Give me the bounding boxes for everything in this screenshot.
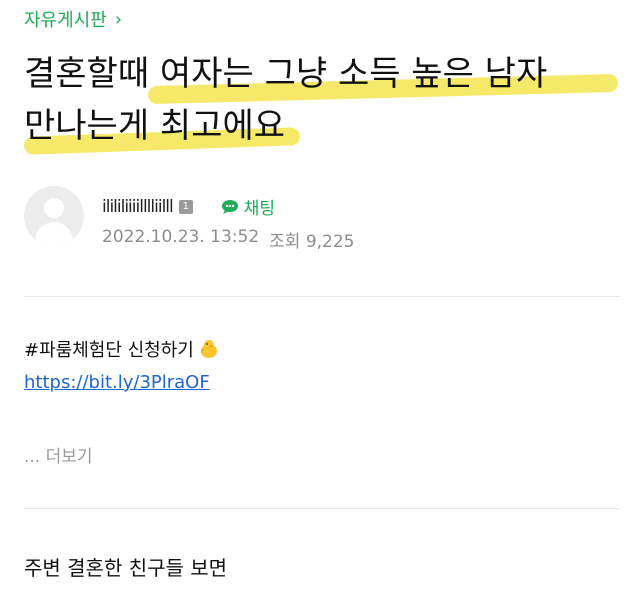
more-button[interactable]: ... 더보기 xyxy=(24,442,93,467)
post-body-text: 주변 결혼한 친구들 보면 xyxy=(24,556,228,580)
external-link[interactable]: https://bit.ly/3PlraOF xyxy=(24,372,210,393)
author-nickname[interactable]: ilililiiiilllliilll xyxy=(102,197,174,217)
author-row: ilililiiiilllliilll 1 채팅 2022.10.23. 13:… xyxy=(24,186,355,252)
chevron-right-icon: › xyxy=(114,8,123,30)
hashtag-line: #파룸체험단 신청하기 xyxy=(24,336,220,362)
chick-icon xyxy=(200,340,217,358)
post-date: 2022.10.23. 13:52 xyxy=(102,227,260,247)
post-title-line-2: 만나는게 최고에요 xyxy=(24,106,286,146)
hashtag-text[interactable]: #파룸체험단 신청하기 xyxy=(24,336,194,362)
divider xyxy=(24,508,620,509)
author-name-line: ilililiiiilllliilll 1 채팅 xyxy=(102,194,355,220)
post-meta: 2022.10.23. 13:52 조회 9,225 xyxy=(102,227,355,252)
post-title: 결혼할때 여자는 그냥 소득 높은 남자 만나는게 최고에요 xyxy=(24,48,624,152)
board-name: 자유게시판 xyxy=(24,10,107,31)
default-avatar-icon[interactable] xyxy=(24,186,84,246)
chat-label: 채팅 xyxy=(243,199,276,219)
level-badge: 1 xyxy=(178,199,193,214)
author-info: ilililiiiilllliilll 1 채팅 2022.10.23. 13:… xyxy=(102,194,355,253)
view-count: 조회 9,225 xyxy=(269,232,355,252)
post-title-line-1: 결혼할때 여자는 그냥 소득 높은 남자 xyxy=(24,54,548,94)
chat-button[interactable]: 채팅 xyxy=(221,194,275,219)
board-link[interactable]: 자유게시판 › xyxy=(24,6,122,32)
divider xyxy=(24,296,620,297)
speech-bubble-icon xyxy=(221,199,238,214)
